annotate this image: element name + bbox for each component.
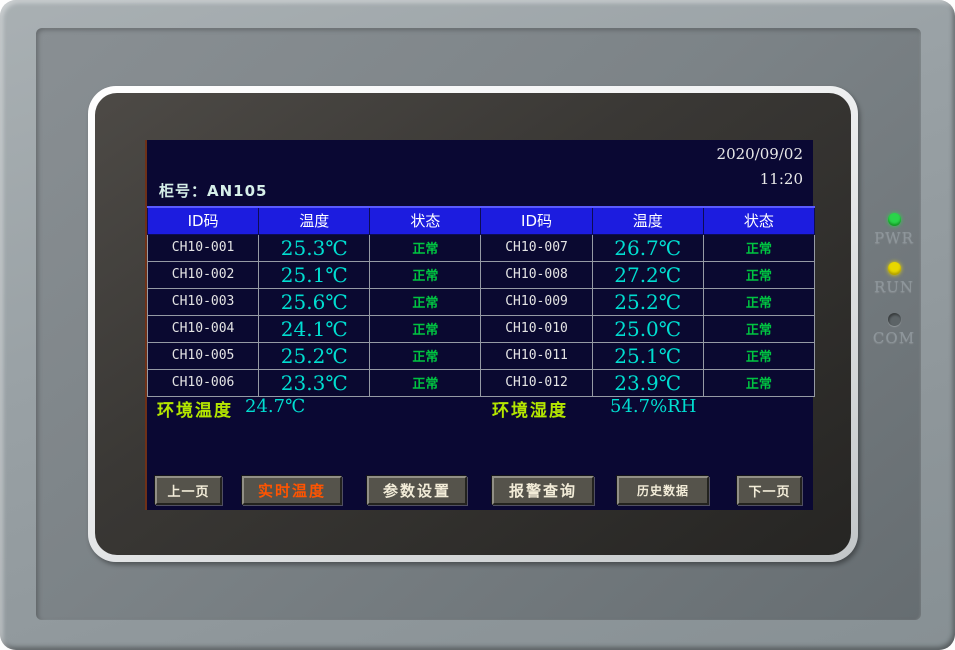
channel-temp: 25.1℃ [592,342,703,369]
channel-temp: 25.1℃ [259,261,370,288]
channel-id: CH10-007 [481,234,592,261]
channel-temp: 27.2℃ [592,261,703,288]
table-row: CH10-003 25.6℃ 正常 CH10-009 25.2℃ 正常 [148,288,815,315]
channel-status: 正常 [370,261,481,288]
channel-status: 正常 [703,288,814,315]
channel-status: 正常 [703,315,814,342]
table-header-row: ID码 温度 状态 ID码 温度 状态 [148,207,815,234]
ambient-temp-value: 24.7℃ [245,396,305,417]
col-header-temp-1: 温度 [259,207,370,234]
channel-temp: 25.2℃ [259,342,370,369]
parameter-settings-button[interactable]: 参数设置 [367,476,467,505]
channel-id: CH10-008 [481,261,592,288]
channel-id: CH10-004 [148,315,259,342]
channel-temp: 26.7℃ [592,234,703,261]
led-run: RUN [866,262,922,296]
alarm-query-button[interactable]: 报警查询 [492,476,594,505]
channel-temp: 25.6℃ [259,288,370,315]
channel-status: 正常 [370,342,481,369]
channel-temp: 25.3℃ [259,234,370,261]
channel-id: CH10-009 [481,288,592,315]
channel-status: 正常 [370,234,481,261]
channel-status: 正常 [703,261,814,288]
date-text: 2020/09/02 [717,142,803,167]
table-row: CH10-002 25.1℃ 正常 CH10-008 27.2℃ 正常 [148,261,815,288]
channel-status: 正常 [703,342,814,369]
ambient-humidity-value: 54.7%RH [610,396,696,417]
datetime-display: 2020/09/02 11:20 [717,142,803,192]
realtime-temp-button[interactable]: 实时温度 [242,476,342,505]
led-power: PWR [866,213,922,247]
col-header-status-1: 状态 [370,207,481,234]
channel-temp: 25.0℃ [592,315,703,342]
table-row: CH10-005 25.2℃ 正常 CH10-011 25.1℃ 正常 [148,342,815,369]
channel-id: CH10-001 [148,234,259,261]
led-com: COM [866,313,922,347]
channel-id: CH10-011 [481,342,592,369]
ambient-readouts: 环境温度 24.7℃ 环境湿度 54.7%RH [147,392,815,422]
channel-id: CH10-003 [148,288,259,315]
col-header-temp-2: 温度 [592,207,703,234]
com-led-label: COM [866,329,922,347]
time-text: 11:20 [717,167,803,192]
power-led-icon [888,213,901,226]
cabinet-label: 柜号：AN105 [159,180,267,201]
com-led-icon [888,313,901,326]
channel-table: ID码 温度 状态 ID码 温度 状态 CH10-001 25.3℃ 正常 CH… [147,206,815,397]
table-row: CH10-004 24.1℃ 正常 CH10-010 25.0℃ 正常 [148,315,815,342]
col-header-status-2: 状态 [703,207,814,234]
col-header-id-1: ID码 [148,207,259,234]
device-frame: 2020/09/02 11:20 柜号：AN105 ID码 温度 状态 ID码 … [0,0,955,650]
channel-id: CH10-010 [481,315,592,342]
channel-id: CH10-005 [148,342,259,369]
ambient-humidity-label: 环境湿度 [492,396,568,421]
run-led-label: RUN [866,278,922,296]
table-row: CH10-001 25.3℃ 正常 CH10-007 26.7℃ 正常 [148,234,815,261]
channel-status: 正常 [703,234,814,261]
power-led-label: PWR [866,229,922,247]
channel-status: 正常 [370,288,481,315]
channel-id: CH10-002 [148,261,259,288]
prev-page-button[interactable]: 上一页 [155,476,222,505]
hmi-panel: 2020/09/02 11:20 柜号：AN105 ID码 温度 状态 ID码 … [0,0,955,650]
history-data-button[interactable]: 历史数据 [617,476,709,505]
lcd-screen: 2020/09/02 11:20 柜号：AN105 ID码 温度 状态 ID码 … [145,140,813,510]
run-led-icon [888,262,901,275]
channel-temp: 24.1℃ [259,315,370,342]
col-header-id-2: ID码 [481,207,592,234]
ambient-temp-label: 环境温度 [157,396,233,421]
channel-status: 正常 [370,315,481,342]
channel-temp: 25.2℃ [592,288,703,315]
next-page-button[interactable]: 下一页 [737,476,802,505]
